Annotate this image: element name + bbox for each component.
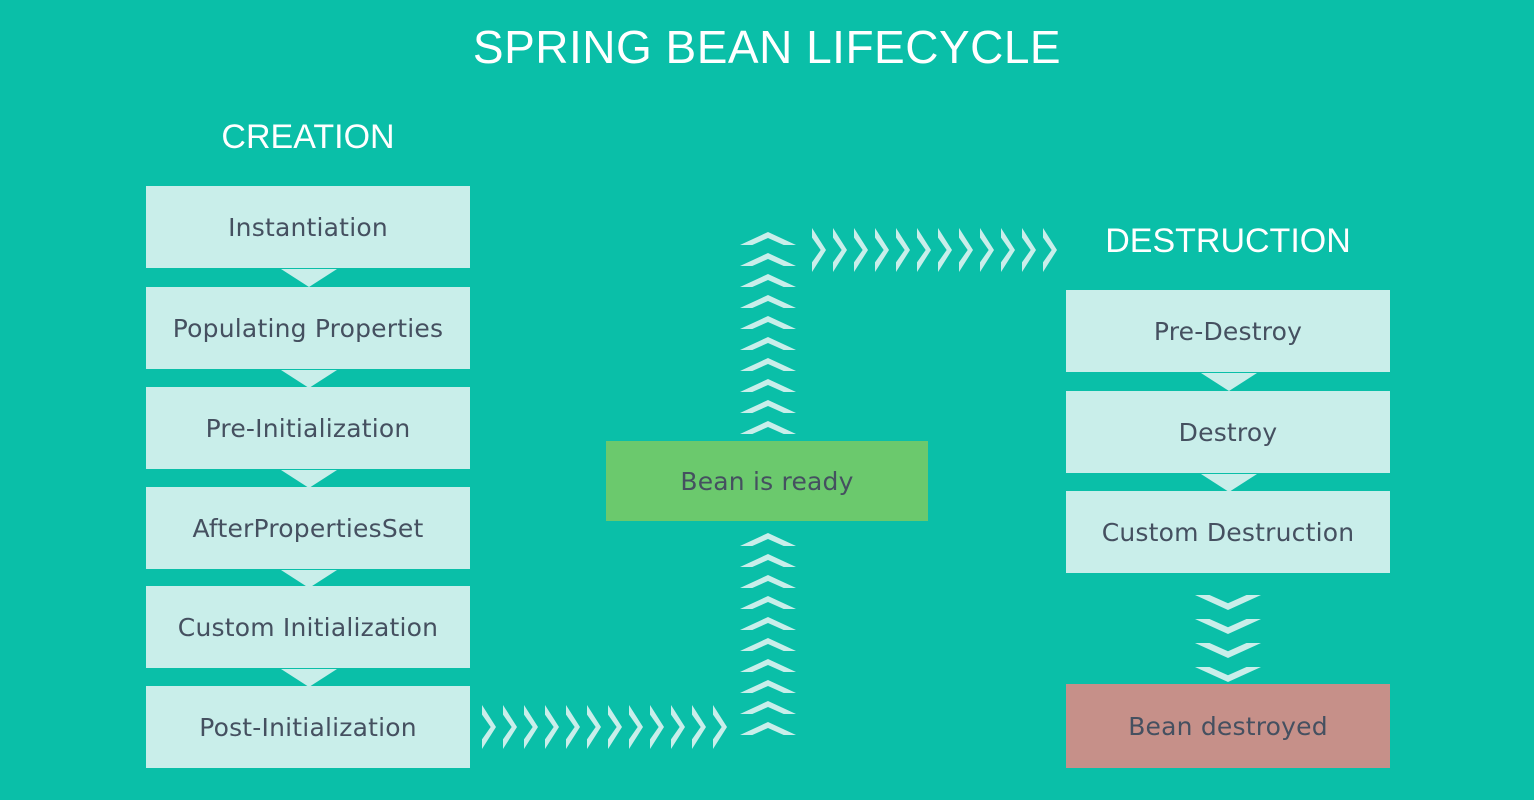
chevron-right-icon bbox=[1001, 228, 1015, 272]
connector-down-icon bbox=[1201, 373, 1257, 391]
chevron-right-icon bbox=[566, 705, 580, 749]
arrow-center-up-upper bbox=[740, 232, 796, 442]
arrow-center-up-lower bbox=[740, 533, 796, 743]
creation-step-label: Custom Initialization bbox=[177, 612, 439, 642]
destruction-step-pre-destroy[interactable]: Pre-Destroy bbox=[1066, 290, 1390, 372]
creation-step-custom-initialization[interactable]: Custom Initialization bbox=[146, 586, 470, 668]
chevron-right-icon bbox=[650, 705, 664, 749]
creation-column-heading: CREATION bbox=[221, 118, 395, 156]
creation-step-label: Pre-Initialization bbox=[205, 413, 411, 443]
chevron-right-icon bbox=[629, 705, 643, 749]
chevron-up-icon bbox=[740, 379, 796, 392]
chevron-right-icon bbox=[545, 705, 559, 749]
creation-step-populating-properties[interactable]: Populating Properties bbox=[146, 287, 470, 369]
chevron-right-icon bbox=[812, 228, 826, 272]
chevron-down-icon bbox=[1195, 667, 1261, 682]
connector-down-icon bbox=[281, 669, 337, 687]
chevron-up-icon bbox=[740, 400, 796, 413]
chevron-up-icon bbox=[740, 659, 796, 672]
page-title: SPRING BEAN LIFECYCLE bbox=[472, 21, 1062, 73]
chevron-right-icon bbox=[671, 705, 685, 749]
chevron-up-icon bbox=[740, 358, 796, 371]
connector-down-icon bbox=[281, 370, 337, 388]
chevron-up-icon bbox=[740, 421, 796, 434]
chevron-up-icon bbox=[740, 575, 796, 588]
chevron-right-icon bbox=[608, 705, 622, 749]
creation-step-label: Instantiation bbox=[228, 212, 388, 242]
chevron-up-icon bbox=[740, 253, 796, 266]
chevron-up-icon bbox=[740, 554, 796, 567]
chevron-up-icon bbox=[740, 701, 796, 714]
chevron-up-icon bbox=[740, 617, 796, 630]
chevron-down-icon bbox=[1195, 619, 1261, 634]
chevron-right-icon bbox=[938, 228, 952, 272]
chevron-up-icon bbox=[740, 722, 796, 735]
chevron-right-icon bbox=[524, 705, 538, 749]
chevron-right-icon bbox=[482, 705, 496, 749]
creation-step-label: Populating Properties bbox=[172, 313, 444, 343]
chevron-right-icon bbox=[503, 705, 517, 749]
connector-down-icon bbox=[281, 470, 337, 488]
chevron-up-icon bbox=[740, 596, 796, 609]
creation-step-instantiation[interactable]: Instantiation bbox=[146, 186, 470, 268]
chevron-up-icon bbox=[740, 680, 796, 693]
bean-destroyed-box[interactable]: Bean destroyed bbox=[1066, 684, 1390, 768]
chevron-right-icon bbox=[875, 228, 889, 272]
chevron-down-icon bbox=[1195, 643, 1261, 658]
creation-step-post-initialization[interactable]: Post-Initialization bbox=[146, 686, 470, 768]
arrow-post-initialization-to-ready bbox=[482, 705, 734, 749]
chevron-up-icon bbox=[740, 337, 796, 350]
creation-step-afterpropertiesset[interactable]: AfterPropertiesSet bbox=[146, 487, 470, 569]
connector-down-icon bbox=[281, 269, 337, 287]
destruction-step-label: Pre-Destroy bbox=[1153, 316, 1303, 346]
chevron-up-icon bbox=[740, 232, 796, 245]
chevron-up-icon bbox=[740, 295, 796, 308]
destruction-column-heading: DESTRUCTION bbox=[1105, 222, 1351, 260]
chevron-right-icon bbox=[959, 228, 973, 272]
creation-step-pre-initialization[interactable]: Pre-Initialization bbox=[146, 387, 470, 469]
arrow-destruction-to-destroyed bbox=[1195, 595, 1261, 691]
diagram-canvas: SPRING BEAN LIFECYCLE CREATION Instantia… bbox=[0, 0, 1534, 800]
chevron-right-icon bbox=[692, 705, 706, 749]
bean-destroyed-label: Bean destroyed bbox=[1128, 711, 1328, 741]
creation-step-label: Post-Initialization bbox=[199, 712, 417, 742]
destruction-step-label: Destroy bbox=[1178, 417, 1278, 447]
chevron-up-icon bbox=[740, 638, 796, 651]
chevron-right-icon bbox=[917, 228, 931, 272]
destruction-step-custom-destruction[interactable]: Custom Destruction bbox=[1066, 491, 1390, 573]
chevron-right-icon bbox=[854, 228, 868, 272]
chevron-right-icon bbox=[587, 705, 601, 749]
chevron-right-icon bbox=[896, 228, 910, 272]
chevron-right-icon bbox=[1043, 228, 1057, 272]
chevron-right-icon bbox=[713, 705, 727, 749]
bean-ready-box[interactable]: Bean is ready bbox=[606, 441, 928, 521]
chevron-up-icon bbox=[740, 533, 796, 546]
chevron-up-icon bbox=[740, 274, 796, 287]
connector-down-icon bbox=[1201, 474, 1257, 492]
creation-step-label: AfterPropertiesSet bbox=[192, 513, 424, 543]
chevron-up-icon bbox=[740, 316, 796, 329]
chevron-right-icon bbox=[980, 228, 994, 272]
destruction-step-destroy[interactable]: Destroy bbox=[1066, 391, 1390, 473]
destruction-step-label: Custom Destruction bbox=[1101, 517, 1355, 547]
chevron-right-icon bbox=[833, 228, 847, 272]
arrow-ready-to-destruction bbox=[812, 228, 1064, 272]
bean-ready-label: Bean is ready bbox=[680, 466, 854, 496]
chevron-right-icon bbox=[1022, 228, 1036, 272]
chevron-down-icon bbox=[1195, 595, 1261, 610]
